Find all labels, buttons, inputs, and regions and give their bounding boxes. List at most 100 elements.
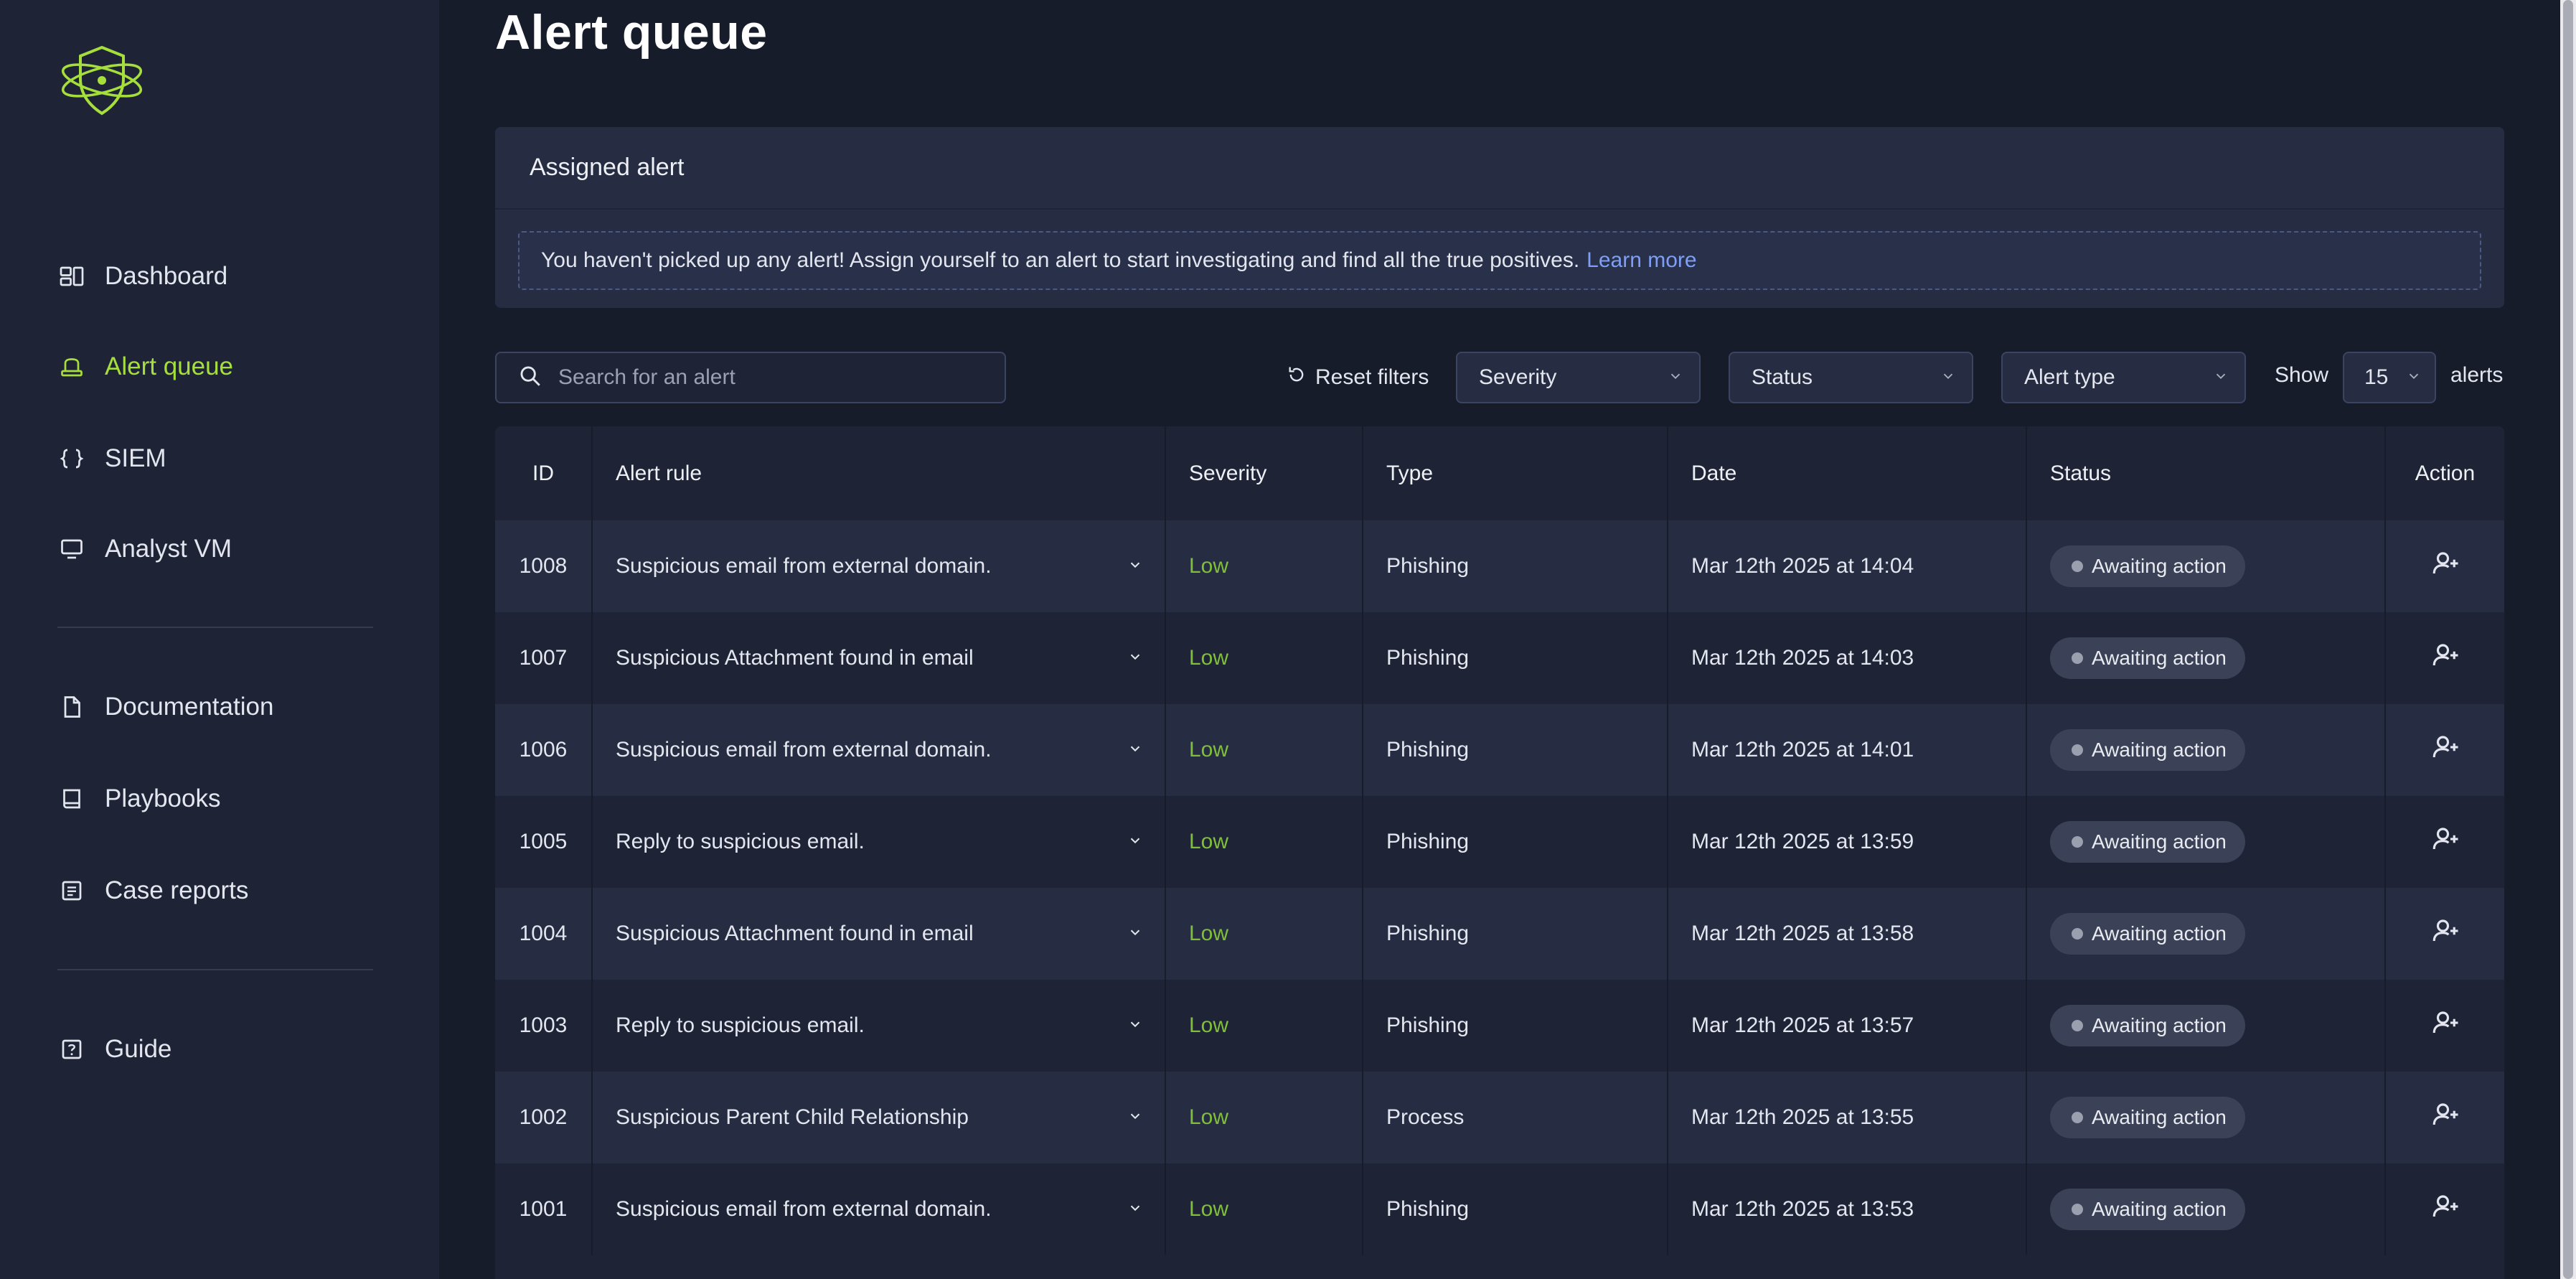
sidebar-item-guide[interactable]: Guide <box>57 1028 171 1071</box>
table-row[interactable]: 1004 Suspicious Attachment found in email… <box>495 888 2504 980</box>
column-header-severity[interactable]: Severity <box>1165 426 1363 520</box>
assign-user-icon[interactable] <box>2430 919 2460 951</box>
alert-rule-cell[interactable]: Suspicious email from external domain. <box>592 704 1166 796</box>
sidebar-item-label: Guide <box>105 1035 172 1063</box>
alert-id: 1006 <box>495 704 593 796</box>
assign-user-icon[interactable] <box>2430 552 2460 584</box>
sidebar-item-playbooks[interactable]: Playbooks <box>57 777 220 820</box>
search-input[interactable] <box>558 365 989 390</box>
alert-rule-cell[interactable]: Suspicious Attachment found in email <box>592 612 1166 704</box>
alert-type: Phishing <box>1363 796 1668 888</box>
alert-type: Phishing <box>1363 520 1668 612</box>
alert-rule-cell[interactable]: Reply to suspicious email. <box>592 980 1166 1072</box>
sidebar-item-siem[interactable]: SIEM <box>57 437 166 480</box>
page-size-dropdown[interactable]: 15 <box>2343 352 2436 403</box>
chevron-down-icon <box>2213 365 2229 390</box>
sidebar-item-label: Playbooks <box>105 784 221 812</box>
alert-rule: Suspicious email from external domain. <box>616 738 992 762</box>
alert-date: Mar 12th 2025 at 13:59 <box>1668 796 2027 888</box>
alert-rule-cell[interactable]: Suspicious Parent Child Relationship <box>592 1072 1166 1163</box>
book-icon <box>57 784 86 813</box>
alert-rule-cell[interactable]: Suspicious email from external domain. <box>592 520 1166 612</box>
alert-rule-cell[interactable]: Suspicious Attachment found in email <box>592 888 1166 980</box>
shield-atom-logo[interactable] <box>57 43 147 118</box>
chevron-down-icon <box>1940 365 1956 390</box>
status-badge: Awaiting action <box>2050 1097 2245 1138</box>
chevron-down-icon[interactable] <box>1127 1013 1143 1038</box>
alert-status-cell: Awaiting action <box>2026 704 2386 796</box>
alert-date: Mar 12th 2025 at 13:53 <box>1668 1163 2027 1255</box>
table-row[interactable]: 1005 Reply to suspicious email. Low Phishin… <box>495 796 2504 888</box>
assigned-alert-panel: Assigned alert You haven't picked up any… <box>495 127 2504 308</box>
column-header-id[interactable]: ID <box>495 426 593 520</box>
sidebar-item-documentation[interactable]: Documentation <box>57 685 273 728</box>
alert-rule-cell[interactable]: Reply to suspicious email. <box>592 796 1166 888</box>
assign-action-cell <box>2385 704 2504 796</box>
monitor-icon <box>57 535 86 563</box>
chevron-down-icon[interactable] <box>1127 830 1143 854</box>
assign-user-icon[interactable] <box>2430 1103 2460 1135</box>
scrollbar-thumb[interactable] <box>2563 0 2573 1279</box>
sidebar-item-label: Case reports <box>105 876 249 904</box>
chevron-down-icon <box>1668 365 1683 390</box>
assign-user-icon[interactable] <box>2430 828 2460 859</box>
table-row[interactable]: 1008 Suspicious email from external domai… <box>495 520 2504 612</box>
column-header-alert-rule[interactable]: Alert rule <box>592 426 1166 520</box>
alert-rule-cell[interactable]: Suspicious email from external domain. <box>592 1163 1166 1255</box>
reset-filters-button[interactable]: Reset filters <box>1287 361 1429 394</box>
chevron-down-icon[interactable] <box>1127 738 1143 762</box>
status-badge: Awaiting action <box>2050 729 2245 771</box>
status-dot <box>2072 652 2083 664</box>
assign-user-icon[interactable] <box>2430 736 2460 767</box>
alert-severity: Low <box>1165 980 1363 1072</box>
scrollbar-track[interactable] <box>2560 0 2576 1279</box>
sidebar-item-case-reports[interactable]: Case reports <box>57 869 248 912</box>
alerts-table: ID Alert rule Severity Type Date Status … <box>495 426 2504 1255</box>
sidebar-item-dashboard[interactable]: Dashboard <box>57 255 227 298</box>
alert-type: Phishing <box>1363 888 1668 980</box>
column-header-date[interactable]: Date <box>1668 426 2027 520</box>
assign-action-cell <box>2385 1072 2504 1163</box>
table-row[interactable]: 1006 Suspicious email from external domai… <box>495 704 2504 796</box>
alerts-label: alerts <box>2450 363 2504 387</box>
alert-id: 1002 <box>495 1072 593 1163</box>
search-box[interactable] <box>495 352 1006 403</box>
chevron-down-icon[interactable] <box>1127 1105 1143 1130</box>
severity-dropdown[interactable]: Severity <box>1456 352 1701 403</box>
column-header-status[interactable]: Status <box>2026 426 2386 520</box>
status-dot <box>2072 928 2083 940</box>
alert-type-dropdown[interactable]: Alert type <box>2001 352 2246 403</box>
sidebar-item-alert-queue[interactable]: Alert queue <box>57 345 233 388</box>
table-row[interactable]: 1001 Suspicious email from external domai… <box>495 1163 2504 1255</box>
table-row[interactable]: 1002 Suspicious Parent Child Relationship… <box>495 1072 2504 1163</box>
alert-status-cell: Awaiting action <box>2026 888 2386 980</box>
assign-user-icon[interactable] <box>2430 1195 2460 1227</box>
column-header-type[interactable]: Type <box>1363 426 1668 520</box>
status-dropdown[interactable]: Status <box>1729 352 1973 403</box>
table-row[interactable]: 1003 Reply to suspicious email. Low Phishin… <box>495 980 2504 1072</box>
chevron-down-icon[interactable] <box>1127 922 1143 946</box>
assign-user-icon[interactable] <box>2430 644 2460 675</box>
sidebar-item-label: Analyst VM <box>105 535 232 563</box>
alert-status-cell: Awaiting action <box>2026 796 2386 888</box>
chevron-down-icon[interactable] <box>1127 554 1143 578</box>
alert-queue-icon <box>57 352 86 381</box>
alert-id: 1005 <box>495 796 593 888</box>
table-row[interactable]: 1007 Suspicious Attachment found in email… <box>495 612 2504 704</box>
sidebar-item-label: SIEM <box>105 444 166 472</box>
chevron-down-icon[interactable] <box>1127 1197 1143 1222</box>
alert-status-cell: Awaiting action <box>2026 1072 2386 1163</box>
assigned-alert-header: Assigned alert <box>495 127 2504 210</box>
column-header-action: Action <box>2385 426 2504 520</box>
chevron-down-icon[interactable] <box>1127 646 1143 670</box>
learn-more-link[interactable]: Learn more <box>1587 248 1696 273</box>
page-size-value: 15 <box>2364 365 2389 389</box>
status-dot <box>2072 836 2083 848</box>
search-icon <box>518 364 558 392</box>
sidebar-item-analyst-vm[interactable]: Analyst VM <box>57 528 232 571</box>
alert-rule: Reply to suspicious email. <box>616 830 865 853</box>
status-badge-label: Awaiting action <box>2092 1106 2227 1128</box>
alert-id: 1003 <box>495 980 593 1072</box>
assign-user-icon[interactable] <box>2430 1011 2460 1043</box>
alert-rule: Reply to suspicious email. <box>616 1013 865 1037</box>
